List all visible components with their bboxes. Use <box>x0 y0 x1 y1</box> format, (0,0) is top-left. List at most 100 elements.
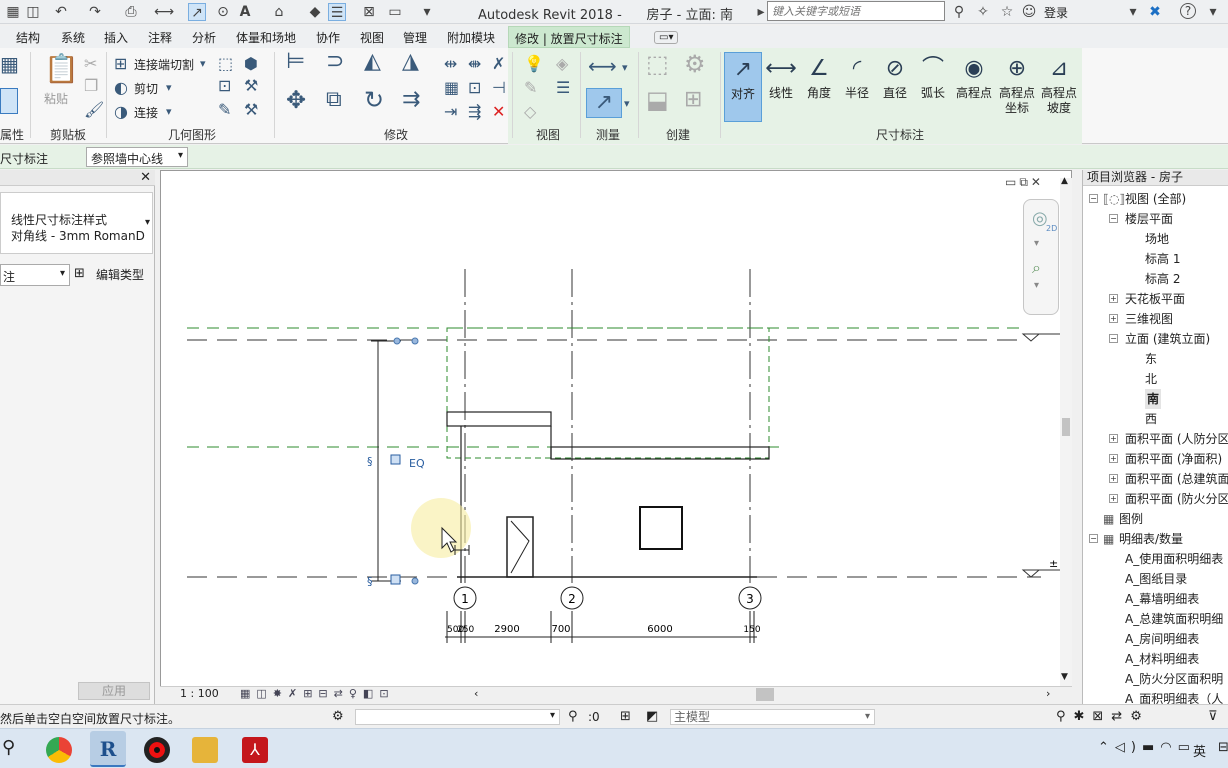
dimension-tool-spot-coordinate[interactable]: ⊕ 高程点 坐标 <box>996 52 1038 122</box>
workset-select[interactable]: ▾ <box>355 709 560 725</box>
cut-join-button[interactable]: 连接端切割 <box>134 56 194 73</box>
drag-grip[interactable] <box>411 337 419 345</box>
tab-view[interactable]: 视图 <box>360 29 384 46</box>
unpin-icon[interactable]: ✗ <box>492 56 505 72</box>
thin-lines-view-icon[interactable]: ☰ <box>556 80 570 96</box>
print-icon[interactable]: ⎙ <box>122 3 140 21</box>
recorder-icon[interactable] <box>144 737 170 763</box>
view-scale[interactable]: 1 : 100 <box>180 687 219 700</box>
create-group-icon[interactable]: ⚙ <box>684 52 706 76</box>
edit-type-button[interactable]: 编辑类型 <box>96 266 144 283</box>
paste-button[interactable]: 粘贴 <box>44 90 68 107</box>
aligned-dimension-icon[interactable]: ↗ <box>188 3 206 21</box>
login-button[interactable]: 登录 <box>1044 4 1068 21</box>
cut-join-dropdown-icon[interactable]: ▾ <box>200 56 206 72</box>
help-search-input[interactable] <box>767 1 945 21</box>
tab-structure[interactable]: 结构 <box>16 29 40 46</box>
cut-icon[interactable]: ✂ <box>84 56 97 72</box>
apply-button[interactable]: 应用 <box>78 682 150 700</box>
dimension-tool-linear[interactable]: ⟷ 线性 <box>762 52 800 122</box>
upper-beam[interactable] <box>550 446 770 460</box>
match-properties-icon[interactable]: 🖌 <box>84 102 104 118</box>
mirror-draw-icon[interactable]: ◮ <box>402 51 419 73</box>
collapse-icon[interactable]: − <box>1089 194 1098 203</box>
expand-icon[interactable]: + <box>1109 454 1118 463</box>
trim-multiple-icon[interactable]: ⇶ <box>468 104 481 120</box>
vertical-scroll-thumb[interactable] <box>1062 418 1070 436</box>
file-explorer-icon[interactable] <box>192 737 218 763</box>
drawing-canvas[interactable]: ▭⧉✕ ◎ 2D ▾ ⌕ ▾ ± 1 2 3 500 250 2900 700 … <box>160 170 1072 687</box>
dimension-tool-radial[interactable]: ◜ 半径 <box>838 52 876 122</box>
help-dropdown-icon[interactable]: ▾ <box>1204 3 1222 21</box>
lock-icon[interactable] <box>390 574 401 585</box>
expand-icon[interactable]: + <box>1109 294 1118 303</box>
type-selector[interactable]: 线性尺寸标注样式 对角线 - 3mm RomanD ▾ <box>0 192 153 254</box>
chevron-down-icon[interactable]: ▼ <box>1061 672 1068 682</box>
notification-icon[interactable]: ⊟ <box>1218 740 1228 755</box>
tab-modify-place-dimensions[interactable]: 修改 | 放置尺寸标注 <box>508 26 630 48</box>
trim-icon[interactable]: ⇉ <box>402 89 420 111</box>
properties-icon[interactable] <box>0 88 18 114</box>
level-head-2[interactable] <box>1021 333 1041 342</box>
paste-icon[interactable]: 📋 <box>44 54 79 84</box>
input-method-indicator[interactable]: 英 <box>1193 741 1206 760</box>
override-icon[interactable]: ◈ <box>556 56 568 72</box>
selection-options-icons[interactable]: ⚲✱⊠⇄⚙ <box>1056 709 1150 724</box>
create-similar-icon[interactable]: ⊞ <box>684 89 702 111</box>
minimize-ribbon-icon[interactable]: ▭▾ <box>654 31 679 44</box>
open-icon[interactable]: ▦ <box>4 3 22 21</box>
switch-windows-icon[interactable]: ▭ <box>386 3 404 21</box>
join-geometry-icon[interactable]: ◑ <box>114 104 128 120</box>
roof-outline[interactable] <box>446 327 770 459</box>
split-face-icon[interactable]: ⬚ <box>218 56 233 72</box>
tab-annotate[interactable]: 注释 <box>148 29 172 46</box>
collapse-icon[interactable]: − <box>1109 214 1118 223</box>
door[interactable] <box>506 516 534 578</box>
worksets-icon[interactable]: ⚙ <box>332 709 344 724</box>
tag-icon[interactable]: ⊙ <box>214 3 232 21</box>
design-option-select[interactable]: 主模型 ▾ <box>670 709 875 725</box>
close-icon[interactable]: ✕ <box>140 170 151 186</box>
measure-icon[interactable]: ⟷ <box>154 3 174 21</box>
hide-icon[interactable]: 💡 <box>524 56 544 72</box>
level-head-1[interactable] <box>1021 569 1041 578</box>
rotate-icon[interactable]: ↻ <box>364 88 384 112</box>
user-icon[interactable]: ☺ <box>1020 3 1038 21</box>
measure-between-icon[interactable]: ⟷ <box>588 56 617 76</box>
flip-control-icon[interactable]: § <box>367 575 373 588</box>
reference-wall-select[interactable]: 参照墙中心线 ▾ <box>86 147 188 167</box>
offset-icon[interactable]: ⊃ <box>326 51 344 73</box>
drag-grip[interactable] <box>393 337 401 345</box>
search-icon[interactable]: ⚲ <box>2 737 15 758</box>
split-gap-icon[interactable]: ⇼ <box>468 56 481 72</box>
dimension-tool-aligned[interactable]: ↗ 对齐 <box>724 52 762 122</box>
tab-analyze[interactable]: 分析 <box>192 29 216 46</box>
copy-icon[interactable]: ❐ <box>84 78 98 94</box>
system-tray-icons[interactable]: ⌃◁)▬◠▭ <box>1098 740 1196 755</box>
tab-add-ins[interactable]: 附加模块 <box>447 29 495 46</box>
expand-icon[interactable]: + <box>1109 314 1118 323</box>
tab-massing-site[interactable]: 体量和场地 <box>236 29 296 46</box>
measure-dropdown-icon[interactable]: ▾ <box>622 60 628 76</box>
split-element-icon[interactable]: ⇹ <box>444 56 457 72</box>
expand-icon[interactable]: + <box>1109 494 1118 503</box>
tab-systems[interactable]: 系统 <box>61 29 85 46</box>
mirror-axis-icon[interactable]: ◭ <box>364 51 381 73</box>
create-parts-icon[interactable]: ⬚ <box>646 52 669 76</box>
revit-icon[interactable]: R <box>90 731 126 767</box>
dimension-dropdown-icon[interactable]: ▾ <box>624 96 630 112</box>
chevron-up-icon[interactable]: ▲ <box>1061 176 1068 186</box>
expand-icon[interactable]: + <box>1109 434 1118 443</box>
collapse-icon[interactable]: − <box>1089 534 1098 543</box>
tab-collaborate[interactable]: 协作 <box>316 29 340 46</box>
join-geometry-button[interactable]: 连接 <box>134 104 158 121</box>
cut-geometry-icon[interactable]: ◐ <box>114 80 128 96</box>
exchange-apps-icon[interactable]: ✖ <box>1146 3 1164 21</box>
dimension-tool-diameter[interactable]: ⊘ 直径 <box>876 52 914 122</box>
elevation-drawing[interactable]: ± 1 2 3 500 250 2900 700 6000 150 § § EQ <box>161 171 1072 687</box>
chevron-right-icon[interactable]: › <box>1046 687 1050 700</box>
dropdown-icon[interactable]: ▾ <box>1124 3 1142 21</box>
drag-grip[interactable] <box>411 577 419 585</box>
exclude-options-icon[interactable]: ◩ <box>646 709 658 724</box>
editing-requests-icon[interactable]: ⚲ <box>568 709 578 724</box>
